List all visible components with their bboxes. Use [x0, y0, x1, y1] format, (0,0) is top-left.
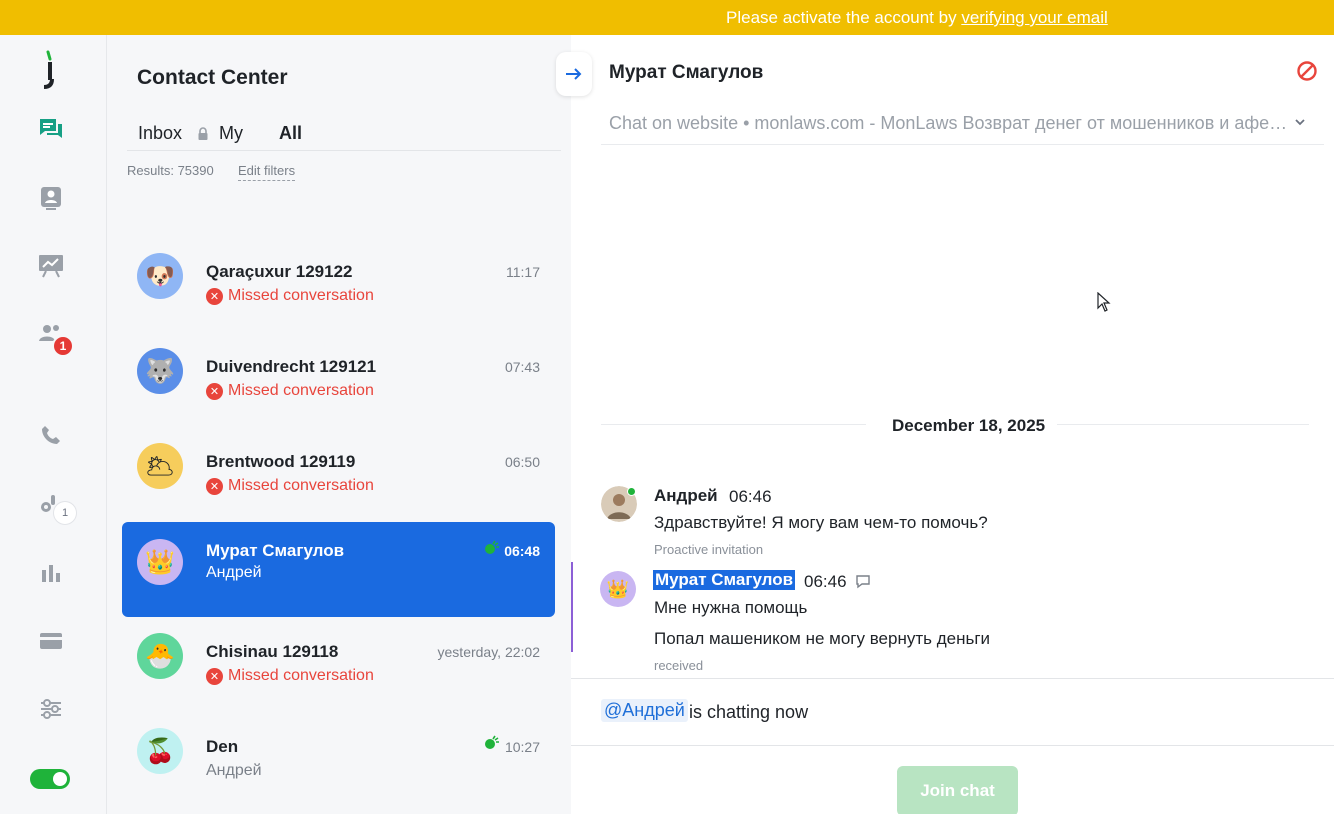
contact-avatar: 🌥: [137, 443, 183, 489]
message-time: 06:46: [804, 572, 847, 591]
settings-sliders-icon[interactable]: [34, 692, 68, 726]
contacts-icon[interactable]: [34, 181, 68, 215]
join-chat-button[interactable]: Join chat: [897, 766, 1018, 814]
header-divider: [601, 144, 1324, 145]
message-author: Андрей: [654, 486, 718, 505]
online-status-dot: [627, 487, 636, 496]
conversation-time: 11:17: [506, 264, 540, 280]
customer-avatar: 👑: [600, 571, 636, 607]
billing-card-icon[interactable]: [34, 624, 68, 658]
mouse-cursor-icon: [1097, 292, 1111, 312]
chat-panel: Мурат Смагулов Chat on website • monlaws…: [556, 35, 1334, 814]
verify-email-link[interactable]: verifying your email: [961, 8, 1107, 27]
message-meta: Proactive invitation: [654, 542, 764, 557]
results-count: Results: 75390: [127, 163, 214, 178]
tab-all[interactable]: All: [279, 123, 302, 144]
phone-icon[interactable]: [34, 418, 68, 452]
status-text: Missed conversation: [228, 477, 374, 494]
agent-mention[interactable]: @Андрей: [601, 699, 688, 722]
contact-name: Den: [206, 737, 239, 756]
arrow-right-icon: [566, 68, 582, 80]
conversation-time: 06:48: [504, 543, 540, 559]
contact-avatar: 🐺: [137, 348, 183, 394]
message-author: Мурат Смагулов: [653, 570, 796, 590]
panel-title: Contact Center: [137, 66, 288, 89]
conversation-item[interactable]: 🐣 Chisinau 129118 yesterday, 22:02 ✕ Miss…: [122, 609, 555, 704]
edit-filters-link[interactable]: Edit filters: [238, 163, 296, 181]
app-logo-icon[interactable]: [40, 50, 60, 90]
message-text: Попал машеником не могу вернуть деньги: [654, 629, 991, 648]
conversation-time: 10:27: [504, 739, 540, 755]
contact-name: Chisinau 129118: [206, 642, 339, 661]
conversation-time: 07:43: [504, 359, 540, 375]
conversation-status: ✕ Missed conversation: [206, 287, 374, 305]
collapse-panel-button[interactable]: [556, 52, 592, 96]
missed-icon: ✕: [206, 667, 223, 685]
contact-list-panel: Contact Center Inbox My All Results: 753…: [107, 35, 571, 814]
conversation-item[interactable]: 🐺 Duivendrecht 129121 07:43 ✕ Missed conv…: [122, 324, 555, 419]
date-line-right: [1044, 424, 1309, 425]
status-text: Missed conversation: [228, 667, 374, 684]
activation-banner: Please activate the account by verifying…: [0, 0, 1334, 35]
conversation-tabs: Inbox My All: [127, 115, 561, 151]
contact-name: Мурат Смагулов: [206, 541, 345, 560]
conversation-item-selected[interactable]: 👑 Мурат Смагулов 06:48 Андрей: [122, 522, 555, 617]
contact-avatar: 🐣: [137, 633, 183, 679]
analytics-icon[interactable]: [34, 556, 68, 590]
ban-icon[interactable]: [1296, 60, 1318, 82]
integrations-badge: 1: [54, 502, 76, 524]
conversation-item[interactable]: 🌥 Brentwood 129119 06:50 ✕ Missed convers…: [122, 419, 555, 514]
assigned-agent: Андрей: [206, 564, 262, 581]
chat-contact-name: Мурат Смагулов: [609, 62, 764, 83]
chat-source-info[interactable]: Chat on website • monlaws.com - MonLaws …: [609, 113, 1289, 134]
chats-icon[interactable]: [34, 113, 68, 147]
message-text: Здравствуйте! Я могу вам чем-то помочь?: [654, 513, 988, 532]
chat-bubble-icon: [856, 575, 870, 589]
conversation-time: 06:50: [504, 454, 540, 470]
contact-name: Duivendrecht 129121: [206, 357, 377, 376]
composer-bottom-divider: [571, 745, 1334, 746]
missed-icon: ✕: [206, 382, 223, 400]
date-separator: December 18, 2025: [601, 416, 1309, 438]
missed-icon: ✕: [206, 477, 223, 495]
conversation-status: ✕ Missed conversation: [206, 382, 374, 400]
assigned-agent: Андрей: [206, 762, 262, 779]
message-time: 06:46: [729, 487, 772, 506]
status-text: Missed conversation: [228, 287, 374, 304]
conversation-status: ✕ Missed conversation: [206, 667, 374, 685]
contact-avatar: 🐶: [137, 253, 183, 299]
date-line-left: [601, 424, 866, 425]
contact-name: Qaraçuxur 129122: [206, 262, 353, 281]
chevron-down-icon[interactable]: [1293, 115, 1307, 129]
message-meta: received: [654, 658, 704, 673]
conversation-item[interactable]: 🍒 Den 10:27 Андрей: [122, 704, 555, 799]
conversation-item[interactable]: 🐶 Qaraçuxur 129122 11:17 ✕ Missed convers…: [122, 229, 555, 324]
active-chat-icon: [485, 540, 499, 554]
contact-avatar: 🍒: [137, 728, 183, 774]
conversation-time: yesterday, 22:02: [437, 644, 540, 660]
online-status-toggle[interactable]: [30, 769, 70, 789]
message-highlight-bar: [571, 562, 573, 652]
team-badge: 1: [52, 335, 74, 357]
tab-inbox[interactable]: Inbox: [138, 123, 208, 144]
contact-avatar: 👑: [137, 539, 183, 585]
tab-my[interactable]: My: [219, 123, 243, 144]
contact-name: Brentwood 129119: [206, 452, 356, 471]
reports-board-icon[interactable]: [34, 249, 68, 283]
tab-inbox-label: Inbox: [138, 123, 183, 143]
status-text: Missed conversation: [228, 382, 374, 399]
left-navigation-rail: 1 1: [0, 35, 107, 814]
banner-text: Please activate the account by: [726, 8, 962, 27]
conversation-status: ✕ Missed conversation: [206, 477, 374, 495]
composer-divider: [571, 678, 1334, 679]
lock-icon: [198, 127, 208, 140]
message-text: Мне нужна помощь: [654, 598, 808, 617]
chatting-now-text: is chatting now: [689, 702, 809, 722]
missed-icon: ✕: [206, 287, 223, 305]
active-chat-icon: [485, 735, 499, 749]
banner-message: Please activate the account by verifying…: [726, 8, 1108, 28]
date-label: December 18, 2025: [880, 416, 1058, 436]
